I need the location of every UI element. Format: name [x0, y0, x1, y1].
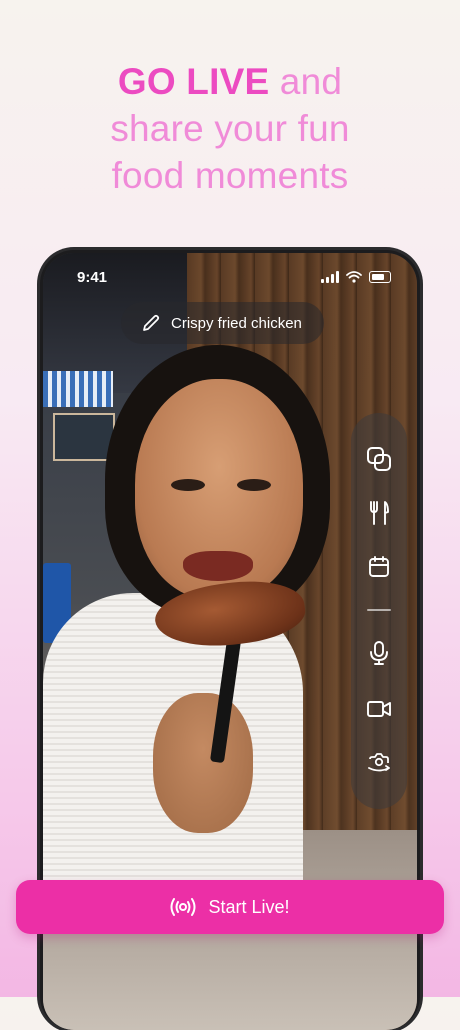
headline-strong: GO LIVE — [117, 61, 270, 102]
fork-knife-icon — [370, 501, 389, 525]
headline-line-2: share your fun — [110, 108, 350, 149]
pencil-icon — [143, 314, 160, 331]
battery-icon — [369, 271, 391, 283]
microphone-button[interactable] — [365, 639, 393, 667]
camera-flip-icon — [368, 753, 390, 772]
camera-button[interactable] — [365, 695, 393, 723]
start-live-label: Start Live! — [208, 896, 290, 917]
menu-button[interactable] — [365, 499, 393, 527]
wifi-icon — [346, 271, 362, 283]
background-awning — [43, 371, 113, 407]
start-live-button[interactable]: Start Live! — [16, 880, 444, 934]
headline-line-3: food moments — [111, 155, 349, 196]
person-face — [135, 379, 303, 599]
video-camera-icon — [367, 701, 391, 717]
headline-line-1: GO LIVE and — [0, 58, 460, 105]
headline: GO LIVE and share your fun food moments — [0, 58, 460, 199]
toolbar-divider — [367, 609, 391, 611]
schedule-button[interactable] — [365, 553, 393, 581]
layers-icon — [367, 447, 391, 471]
person-mouth — [183, 551, 253, 581]
person-eye-left — [171, 479, 205, 491]
signal-icon — [321, 271, 339, 283]
person-eye-right — [237, 479, 271, 491]
flip-camera-button[interactable] — [365, 749, 393, 777]
status-time: 9:41 — [77, 269, 108, 286]
stream-title-label: Crispy fried chicken — [171, 314, 302, 332]
microphone-icon — [370, 641, 388, 665]
status-icons — [321, 271, 391, 283]
calendar-icon — [369, 556, 389, 577]
headline-line1-rest: and — [269, 61, 343, 102]
person-hand — [153, 693, 253, 833]
broadcast-icon — [170, 898, 196, 916]
layers-button[interactable] — [365, 445, 393, 473]
background-menu-board — [53, 413, 115, 461]
stream-title-chip[interactable]: Crispy fried chicken — [121, 302, 324, 344]
side-toolbar — [351, 413, 407, 809]
